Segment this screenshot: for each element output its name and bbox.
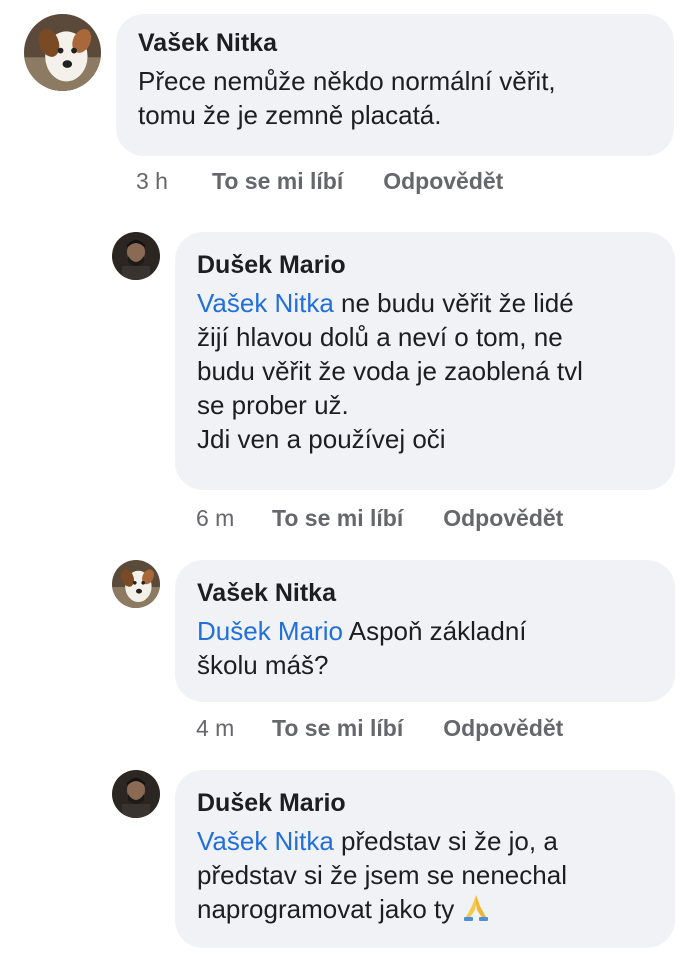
avatar[interactable]: [24, 14, 101, 91]
comment-line: Vašek Nitka ne budu věřit že lidé: [197, 286, 653, 320]
comment-line: se prober už.: [197, 390, 349, 420]
dog-avatar-icon: [24, 14, 101, 91]
comment-time[interactable]: 4 m: [196, 715, 272, 742]
reply-button[interactable]: Odpovědět: [443, 715, 563, 742]
comment-author[interactable]: Vašek Nitka: [197, 578, 653, 608]
comment-author[interactable]: Dušek Mario: [197, 788, 653, 818]
comment-bubble: Vašek Nitka Přece nemůže někdo normální …: [116, 14, 674, 156]
comment-line: Vašek Nitka představ si že jo, a: [197, 824, 653, 858]
man-avatar-icon: [112, 770, 160, 818]
comment-line: Přece nemůže někdo normální věřit,: [138, 66, 556, 96]
like-button[interactable]: To se mi líbí: [272, 505, 403, 532]
comment-actions: 3 h To se mi líbí Odpovědět: [136, 168, 503, 195]
mention-link[interactable]: Vašek Nitka: [197, 288, 334, 318]
comment-text: Vašek Nitka ne budu věřit že lidé žijí h…: [197, 286, 653, 456]
comment-line-rest: představ si že jo, a: [333, 826, 558, 856]
comment-time[interactable]: 6 m: [196, 505, 272, 532]
man-avatar-icon: [112, 232, 160, 280]
avatar[interactable]: [112, 770, 160, 818]
comment-line: budu věřit že voda je zaoblená tvl: [197, 356, 583, 386]
comment-line: školu máš?: [197, 650, 329, 680]
comment-line: žijí hlavou dolů a neví o tom, ne: [197, 322, 563, 352]
avatar[interactable]: [112, 232, 160, 280]
reply-button[interactable]: Odpovědět: [443, 505, 563, 532]
mention-link[interactable]: Vašek Nitka: [197, 826, 334, 856]
comment-actions: 4 m To se mi líbí Odpovědět: [196, 715, 563, 742]
comment-line: naprogramovat jako ty: [197, 892, 653, 926]
folded-hands-icon: [461, 892, 491, 922]
comment-text: Dušek Mario Aspoň základní školu máš?: [197, 614, 653, 682]
comment-actions: 6 m To se mi líbí Odpovědět: [196, 505, 563, 532]
comment-bubble: Dušek Mario Vašek Nitka ne budu věřit že…: [175, 232, 675, 490]
like-button[interactable]: To se mi líbí: [212, 168, 343, 195]
comment-line-rest: ne budu věřit že lidé: [333, 288, 574, 318]
comment-line: Jdi ven a používej oči: [197, 424, 446, 454]
mention-link[interactable]: Dušek Mario: [197, 616, 343, 646]
comment-author[interactable]: Dušek Mario: [197, 250, 653, 280]
comment-line-rest: Aspoň základní: [342, 616, 527, 646]
comment-author[interactable]: Vašek Nitka: [138, 28, 652, 58]
like-button[interactable]: To se mi líbí: [272, 715, 403, 742]
reply-button[interactable]: Odpovědět: [383, 168, 503, 195]
comment-line: tomu že je zemně placatá.: [138, 100, 442, 130]
comment-time[interactable]: 3 h: [136, 168, 212, 195]
dog-avatar-icon: [112, 560, 160, 608]
comment-bubble: Dušek Mario Vašek Nitka představ si že j…: [175, 770, 675, 948]
comment-thread: Vašek Nitka Přece nemůže někdo normální …: [0, 0, 698, 960]
comment-text: Vašek Nitka představ si že jo, a předsta…: [197, 824, 653, 926]
comment-line-text: naprogramovat jako ty: [197, 894, 462, 924]
comment-line: představ si že jsem se nenechal: [197, 860, 567, 890]
avatar[interactable]: [112, 560, 160, 608]
comment-text: Přece nemůže někdo normální věřit, tomu …: [138, 64, 652, 132]
comment-line: Dušek Mario Aspoň základní: [197, 614, 653, 648]
comment-bubble: Vašek Nitka Dušek Mario Aspoň základní š…: [175, 560, 675, 702]
